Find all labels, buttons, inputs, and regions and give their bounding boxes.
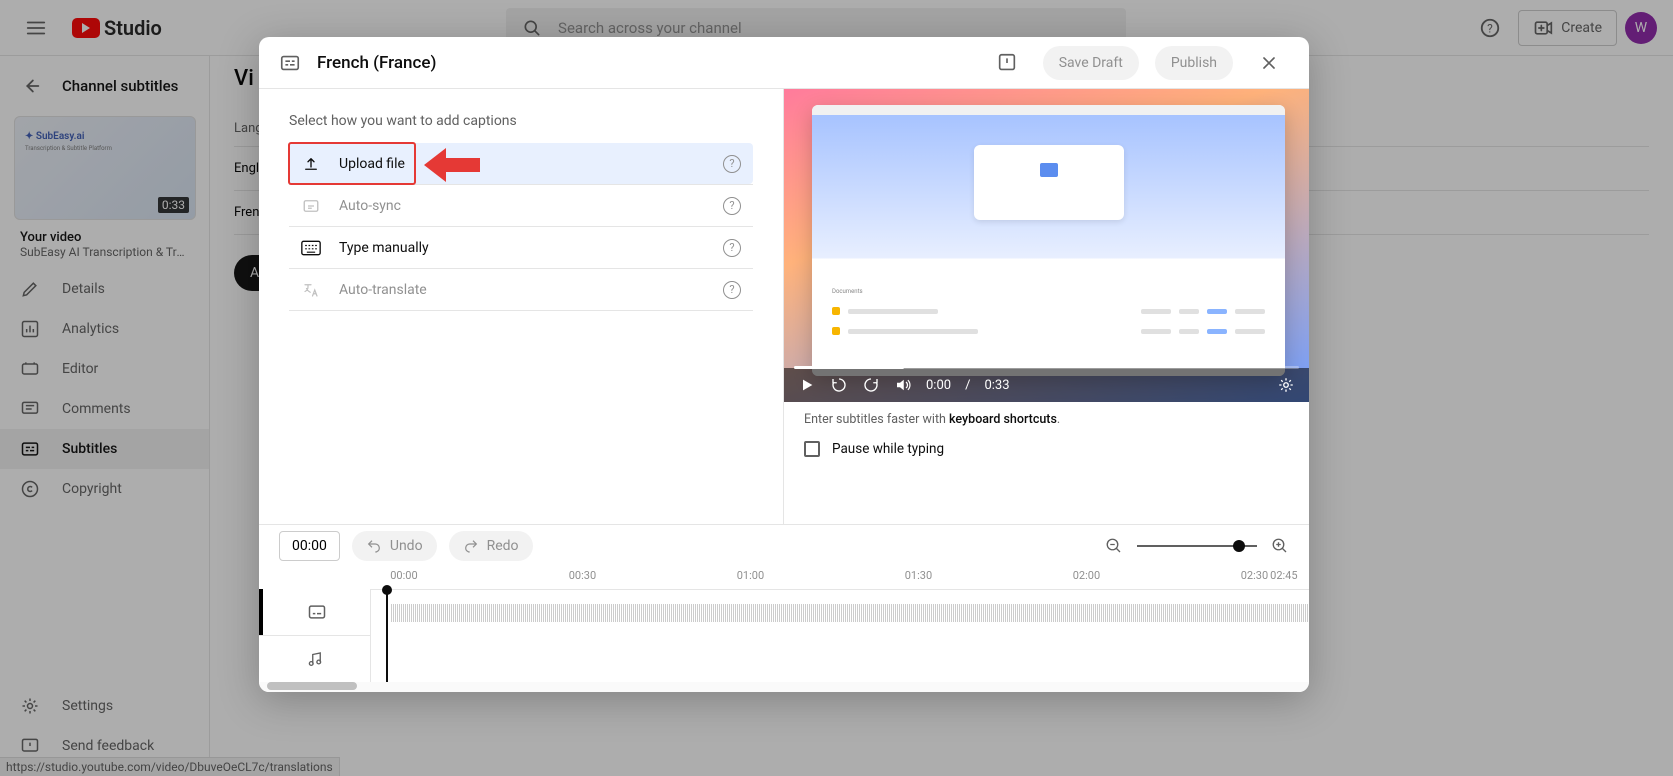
audio-waveform xyxy=(391,604,1309,622)
pause-label: Pause while typing xyxy=(832,441,944,457)
option-label: Type manually xyxy=(339,240,429,256)
rewind10-icon[interactable] xyxy=(830,376,848,394)
annotation-arrow-icon xyxy=(424,148,480,182)
dialog-header: French (France) Save Draft Publish xyxy=(259,37,1309,89)
hint-suffix: . xyxy=(1057,412,1060,427)
undo-icon xyxy=(366,538,382,554)
hint-prefix: Enter subtitles faster with xyxy=(804,412,949,427)
keyboard-hint: Enter subtitles faster with keyboard sho… xyxy=(784,402,1309,437)
dialog-body: Select how you want to add captions Uplo… xyxy=(259,89,1309,524)
zoom-slider[interactable] xyxy=(1137,545,1257,547)
playhead[interactable] xyxy=(386,589,388,682)
undo-label: Undo xyxy=(390,538,423,554)
close-icon[interactable] xyxy=(1249,43,1289,83)
redo-button[interactable]: Redo xyxy=(449,531,533,561)
undo-button[interactable]: Undo xyxy=(352,531,437,561)
preview-panel: Documents 0:00 / 0:33 xyxy=(784,89,1309,524)
tick-label: 00:30 xyxy=(569,569,596,582)
time-sep: / xyxy=(965,378,970,393)
tick-label: 02:45 xyxy=(1270,569,1297,582)
option-type-manually[interactable]: Type manually ? xyxy=(289,227,753,268)
option-auto-translate[interactable]: Auto-translate ? xyxy=(289,269,753,310)
pause-while-typing-row: Pause while typing xyxy=(784,437,1309,469)
volume-icon[interactable] xyxy=(894,376,912,394)
upload-icon xyxy=(301,154,321,174)
save-draft-button[interactable]: Save Draft xyxy=(1043,46,1139,80)
play-icon[interactable] xyxy=(798,376,816,394)
time-chip-label: 00:00 xyxy=(292,538,327,554)
time-current: 0:00 xyxy=(926,378,951,393)
hint-bold[interactable]: keyboard shortcuts xyxy=(949,412,1057,427)
help-icon[interactable]: ? xyxy=(723,197,741,215)
timeline-ticks: 00:00 00:30 01:00 01:30 02:00 02:30 02:4… xyxy=(259,567,1309,589)
video-controls: 0:00 / 0:33 xyxy=(784,368,1309,402)
caption-source-panel: Select how you want to add captions Uplo… xyxy=(259,89,784,524)
option-upload-file[interactable]: Upload file ? xyxy=(289,143,753,184)
translate-icon xyxy=(301,280,321,300)
timeline-footer: 00:00 Undo Redo 00:00 00:30 01:00 01:30 xyxy=(259,524,1309,692)
save-draft-label: Save Draft xyxy=(1059,55,1123,71)
tick-label: 01:00 xyxy=(737,569,764,582)
pause-checkbox[interactable] xyxy=(804,441,820,457)
tick-label: 02:30 xyxy=(1241,569,1268,582)
option-label: Auto-translate xyxy=(339,282,427,298)
tick-label: 01:30 xyxy=(905,569,932,582)
help-icon[interactable]: ? xyxy=(723,239,741,257)
caption-editor-dialog: French (France) Save Draft Publish Selec… xyxy=(259,37,1309,692)
timeline-controls: 00:00 Undo Redo xyxy=(259,525,1309,567)
progress-bar[interactable] xyxy=(794,366,1299,369)
preview-frame: Documents xyxy=(784,89,1309,402)
caption-track-icon[interactable] xyxy=(259,589,370,635)
help-icon[interactable]: ? xyxy=(723,281,741,299)
option-label: Auto-sync xyxy=(339,198,401,214)
help-icon[interactable]: ? xyxy=(723,155,741,173)
settings-gear-icon[interactable] xyxy=(1277,376,1295,394)
subtitles-icon xyxy=(279,52,301,74)
current-time-chip[interactable]: 00:00 xyxy=(279,531,340,561)
timeline-lanes xyxy=(259,589,1309,682)
redo-icon xyxy=(463,538,479,554)
video-preview: Documents 0:00 / 0:33 xyxy=(784,89,1309,402)
forward10-icon[interactable] xyxy=(862,376,880,394)
option-label: Upload file xyxy=(339,156,405,172)
zoom-in-icon[interactable] xyxy=(1271,537,1289,555)
timeline[interactable]: 00:00 00:30 01:00 01:30 02:00 02:30 02:4… xyxy=(259,567,1309,692)
caption-source-prompt: Select how you want to add captions xyxy=(289,113,753,129)
option-auto-sync[interactable]: Auto-sync ? xyxy=(289,185,753,226)
report-icon[interactable] xyxy=(987,43,1027,83)
tick-label: 00:00 xyxy=(390,569,417,582)
dialog-title: French (France) xyxy=(317,53,436,73)
zoom-controls xyxy=(1105,537,1289,555)
publish-label: Publish xyxy=(1171,55,1217,71)
lane-gutter xyxy=(259,589,371,682)
tick-label: 02:00 xyxy=(1073,569,1100,582)
lane-body[interactable] xyxy=(371,589,1309,682)
publish-button[interactable]: Publish xyxy=(1155,46,1233,80)
time-total: 0:33 xyxy=(984,378,1009,393)
timeline-scrollbar[interactable] xyxy=(259,682,1309,692)
audio-track-icon[interactable] xyxy=(259,635,370,682)
keyboard-icon xyxy=(301,238,321,258)
zoom-out-icon[interactable] xyxy=(1105,537,1123,555)
redo-label: Redo xyxy=(487,538,519,554)
sync-icon xyxy=(301,196,321,216)
